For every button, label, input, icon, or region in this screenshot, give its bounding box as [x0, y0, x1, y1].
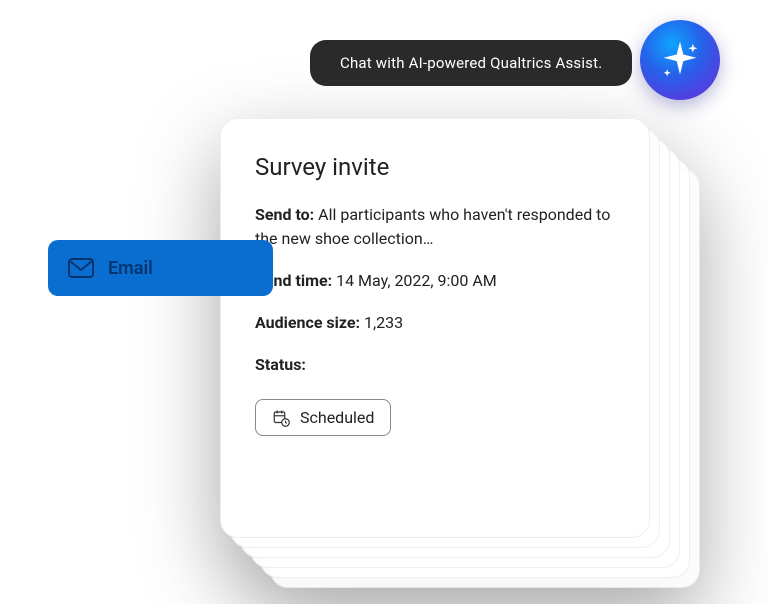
channel-tab-label: Email	[108, 258, 153, 279]
card-title: Survey invite	[255, 153, 615, 181]
sparkle-icon	[658, 38, 702, 82]
mail-icon	[68, 258, 94, 278]
send-to-field: Send to: All participants who haven't re…	[255, 203, 615, 251]
calendar-clock-icon	[272, 409, 290, 427]
card-stack: Survey invite Send to: All participants …	[220, 118, 650, 538]
qualtrics-assist-button[interactable]	[640, 20, 720, 100]
status-value: Scheduled	[300, 408, 374, 427]
audience-size-value: 1,233	[364, 313, 403, 332]
audience-size-field: Audience size: 1,233	[255, 311, 615, 335]
status-label: Status:	[255, 355, 306, 374]
send-time-field: Send time: 14 May, 2022, 9:00 AM	[255, 269, 615, 293]
status-badge[interactable]: Scheduled	[255, 399, 391, 436]
status-field: Status:	[255, 353, 615, 377]
assist-tooltip: Chat with AI-powered Qualtrics Assist.	[310, 40, 632, 86]
audience-size-label: Audience size:	[255, 313, 360, 332]
send-to-label: Send to:	[255, 205, 314, 224]
survey-invite-card[interactable]: Survey invite Send to: All participants …	[220, 118, 650, 538]
channel-tab-email[interactable]: Email	[48, 240, 273, 296]
send-time-value: 14 May, 2022, 9:00 AM	[336, 271, 497, 290]
assist-text: Chat with AI-powered Qualtrics Assist.	[340, 54, 602, 72]
